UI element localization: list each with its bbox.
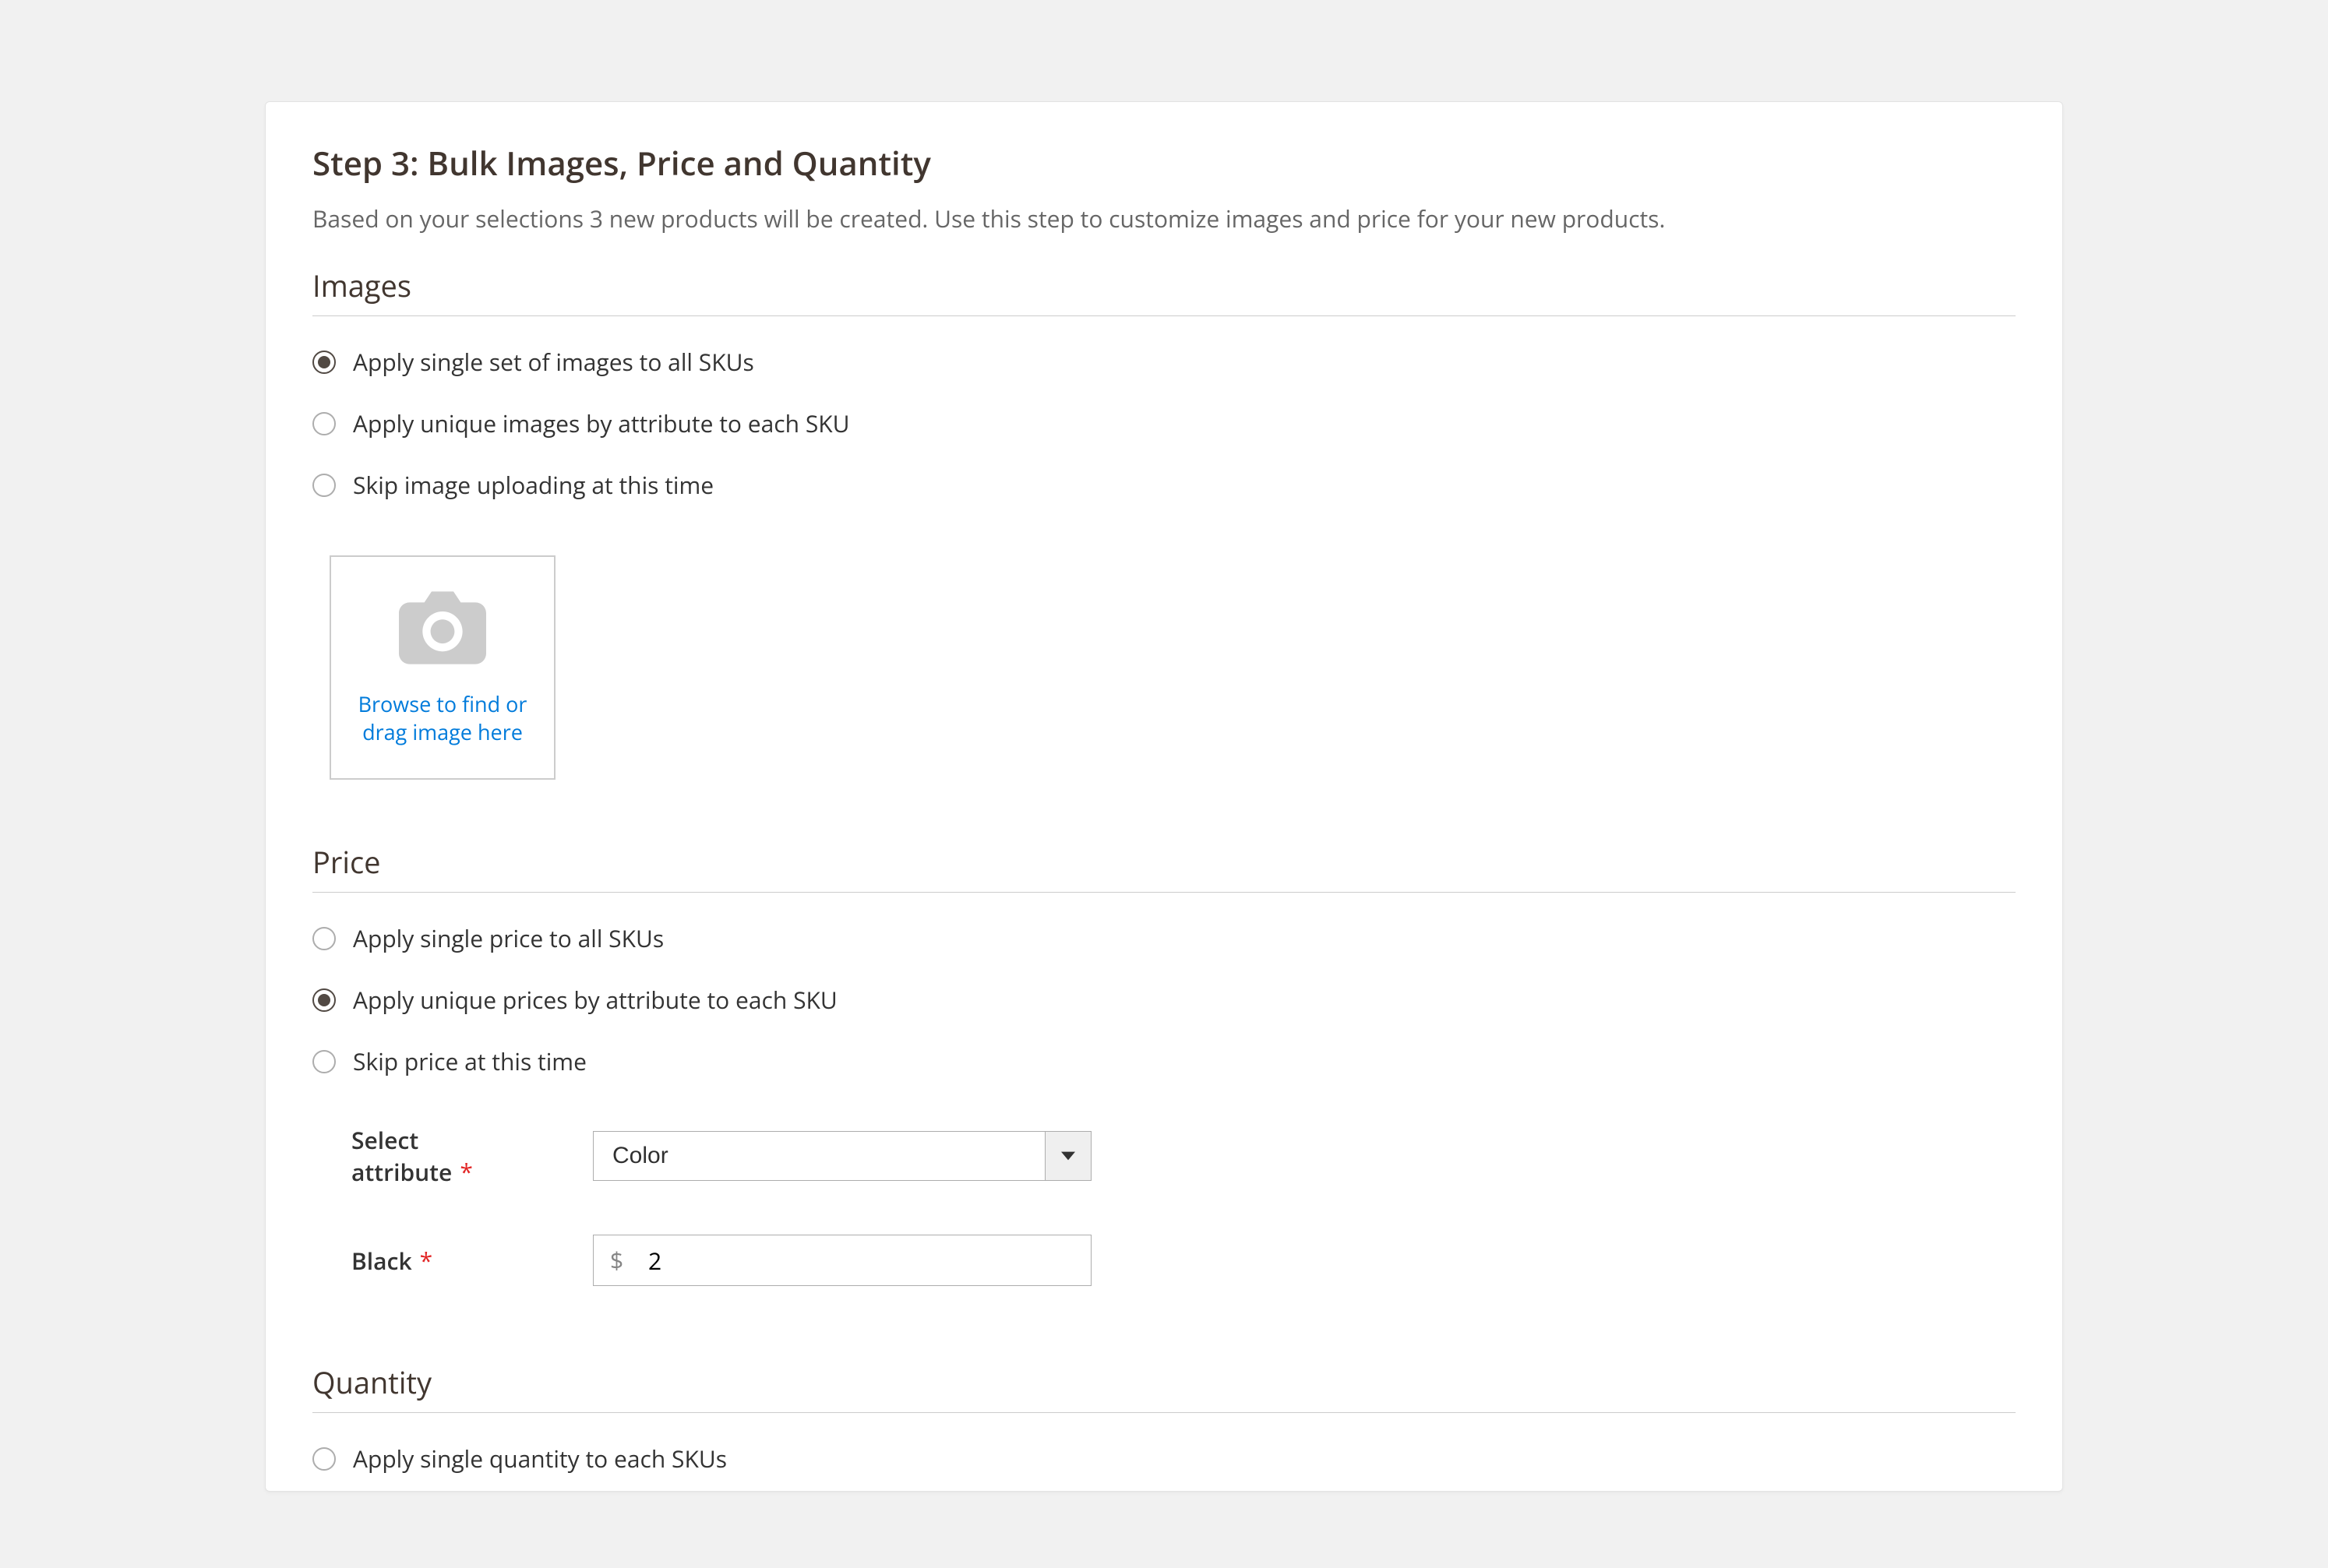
camera-icon bbox=[399, 589, 486, 667]
images-option-single[interactable]: Apply single set of images to all SKUs bbox=[312, 346, 2016, 378]
radio-icon bbox=[312, 1447, 336, 1471]
price-attribute-label: Select attribute* bbox=[351, 1124, 531, 1188]
price-option-skip-label: Skip price at this time bbox=[353, 1045, 587, 1077]
price-option-skip[interactable]: Skip price at this time bbox=[312, 1045, 2016, 1077]
quantity-section-title: Quantity bbox=[312, 1362, 2016, 1413]
price-attribute-select-input[interactable] bbox=[593, 1131, 1045, 1181]
bulk-config-card: Step 3: Bulk Images, Price and Quantity … bbox=[265, 101, 2063, 1492]
radio-icon bbox=[312, 927, 336, 950]
price-black-label: Black* bbox=[351, 1245, 531, 1277]
radio-icon bbox=[312, 474, 336, 497]
images-option-skip[interactable]: Skip image uploading at this time bbox=[312, 469, 2016, 501]
price-option-unique-label: Apply unique prices by attribute to each… bbox=[353, 984, 838, 1016]
price-black-input[interactable] bbox=[593, 1235, 1092, 1286]
price-attribute-select[interactable] bbox=[593, 1131, 1092, 1181]
step-title: Step 3: Bulk Images, Price and Quantity bbox=[312, 141, 2016, 185]
select-dropdown-button[interactable] bbox=[1045, 1131, 1092, 1181]
price-black-input-wrap: $ bbox=[593, 1235, 1092, 1286]
radio-icon bbox=[312, 988, 336, 1012]
currency-symbol: $ bbox=[610, 1245, 623, 1277]
price-row-label-text: Black bbox=[351, 1245, 412, 1277]
upload-hint: Browse to find or drag image here bbox=[358, 690, 527, 747]
required-indicator: * bbox=[460, 1156, 473, 1188]
required-indicator: * bbox=[420, 1245, 433, 1277]
images-option-single-label: Apply single set of images to all SKUs bbox=[353, 346, 754, 378]
price-section-title: Price bbox=[312, 842, 2016, 893]
price-black-row: Black* $ bbox=[351, 1235, 2016, 1286]
step-description: Based on your selections 3 new products … bbox=[312, 203, 2016, 234]
images-option-skip-label: Skip image uploading at this time bbox=[353, 469, 714, 501]
price-attribute-row: Select attribute* bbox=[351, 1124, 2016, 1188]
images-option-unique[interactable]: Apply unique images by attribute to each… bbox=[312, 407, 2016, 439]
quantity-option-single[interactable]: Apply single quantity to each SKUs bbox=[312, 1443, 2016, 1475]
radio-icon bbox=[312, 412, 336, 435]
images-section-title: Images bbox=[312, 266, 2016, 316]
image-upload-dropzone[interactable]: Browse to find or drag image here bbox=[330, 555, 556, 780]
images-option-unique-label: Apply unique images by attribute to each… bbox=[353, 407, 850, 439]
price-option-single-label: Apply single price to all SKUs bbox=[353, 922, 664, 954]
chevron-down-icon bbox=[1061, 1151, 1075, 1161]
quantity-option-single-label: Apply single quantity to each SKUs bbox=[353, 1443, 727, 1475]
price-option-unique[interactable]: Apply unique prices by attribute to each… bbox=[312, 984, 2016, 1016]
radio-icon bbox=[312, 1050, 336, 1073]
price-attribute-label-text: Select attribute bbox=[351, 1124, 452, 1188]
price-option-single[interactable]: Apply single price to all SKUs bbox=[312, 922, 2016, 954]
radio-icon bbox=[312, 351, 336, 374]
